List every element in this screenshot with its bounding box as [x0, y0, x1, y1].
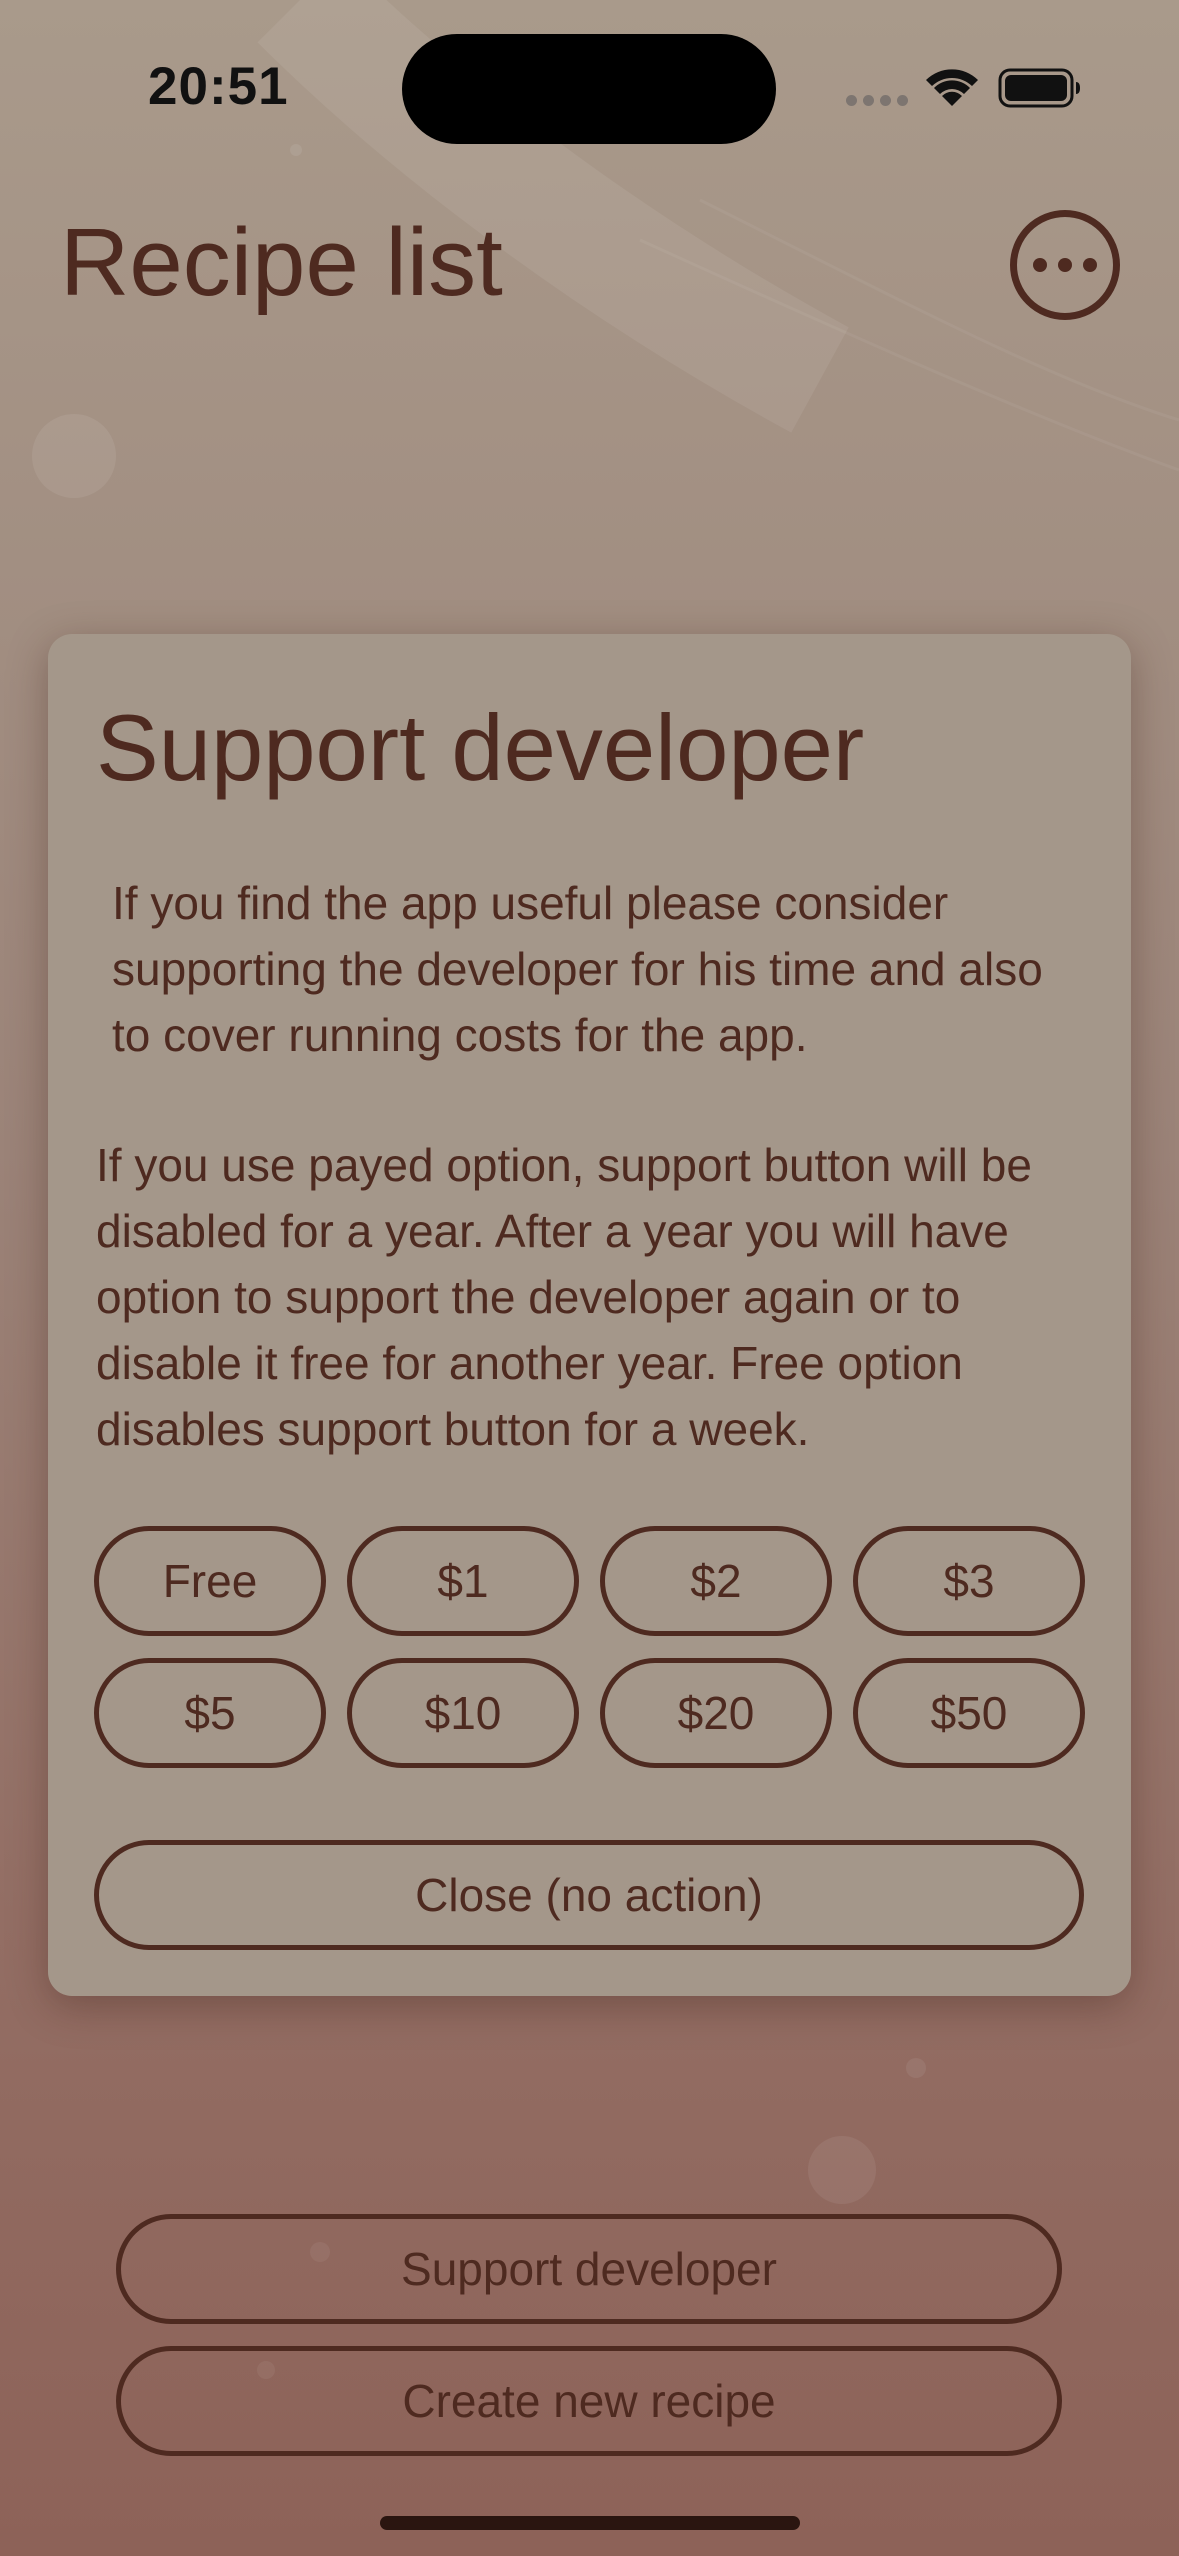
amount-options: Free $1 $2 $3 $5 $10 $20 $50 — [94, 1526, 1088, 1768]
ellipsis-dot — [1083, 258, 1097, 272]
home-indicator[interactable] — [380, 2516, 800, 2530]
page-title: Recipe list — [60, 209, 503, 316]
amount-50-button[interactable]: $50 — [853, 1658, 1085, 1768]
battery-icon — [998, 68, 1080, 108]
cellular-signal-icon — [846, 95, 908, 106]
status-bar: 20:51 — [0, 0, 1179, 180]
ellipsis-dot — [1058, 258, 1072, 272]
amount-20-button[interactable]: $20 — [600, 1658, 832, 1768]
amount-1-button[interactable]: $1 — [347, 1526, 579, 1636]
more-options-button[interactable] — [1010, 210, 1120, 320]
ellipsis-circle-icon — [1033, 258, 1047, 272]
support-developer-button[interactable]: Support developer — [116, 2214, 1062, 2324]
close-modal-button[interactable]: Close (no action) — [94, 1840, 1084, 1950]
amount-2-button[interactable]: $2 — [600, 1526, 832, 1636]
wifi-icon — [926, 69, 978, 106]
status-time: 20:51 — [148, 57, 289, 116]
amount-5-button[interactable]: $5 — [94, 1658, 326, 1768]
amount-free-button[interactable]: Free — [94, 1526, 326, 1636]
amount-10-button[interactable]: $10 — [347, 1658, 579, 1768]
modal-payment-info: If you use payed option, support button … — [96, 1139, 1032, 1455]
modal-description: If you find the app useful please consid… — [112, 877, 1043, 1061]
amount-3-button[interactable]: $3 — [853, 1526, 1085, 1636]
dynamic-island — [402, 34, 776, 144]
support-developer-modal: Support developer If you find the app us… — [48, 634, 1131, 1996]
create-new-recipe-button[interactable]: Create new recipe — [116, 2346, 1062, 2456]
modal-title: Support developer — [96, 695, 865, 800]
